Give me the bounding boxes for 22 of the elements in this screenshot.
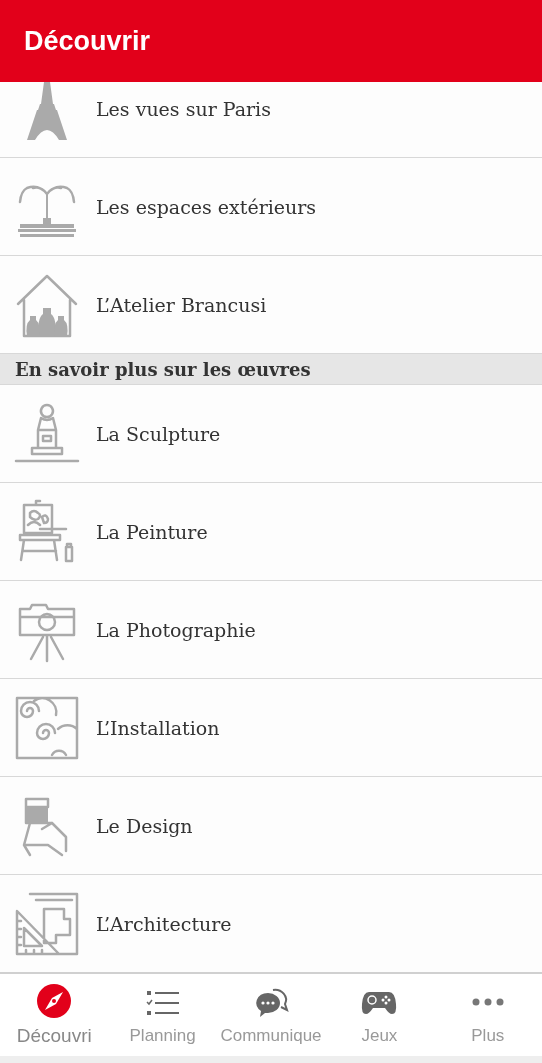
list-item[interactable]: La Photographie <box>0 581 542 679</box>
item-label: Les espaces extérieurs <box>96 195 317 218</box>
item-label: La Photographie <box>96 618 256 641</box>
item-label: L’Installation <box>96 716 220 739</box>
list-item[interactable]: Les espaces extérieurs <box>0 158 542 256</box>
item-label: Le Design <box>96 814 193 837</box>
item-label: Les vues sur Paris <box>96 97 271 120</box>
header-title: Découvrir <box>24 25 151 57</box>
spirals-icon <box>14 694 80 761</box>
item-label: L’Atelier Brancusi <box>96 293 267 316</box>
list-item[interactable]: Les vues sur Paris <box>0 82 542 158</box>
more-icon <box>471 998 504 1006</box>
list-item[interactable]: L’Installation <box>0 679 542 777</box>
compass-icon <box>36 983 73 1019</box>
list-item[interactable]: La Sculpture <box>0 385 542 483</box>
item-label: La Sculpture <box>96 422 221 445</box>
tab[interactable]: Découvri <box>0 974 109 1056</box>
list-item[interactable]: Le Design <box>0 777 542 875</box>
list-item[interactable]: La Peinture <box>0 483 542 581</box>
item-label: L’Architecture <box>96 912 232 935</box>
item-label: La Peinture <box>96 520 208 543</box>
section-title: En savoir plus sur les œuvres <box>15 358 311 380</box>
